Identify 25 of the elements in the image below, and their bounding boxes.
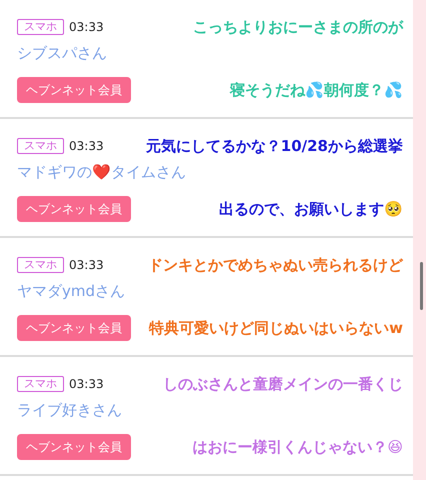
- member-button[interactable]: ヘブンネット会員: [17, 434, 131, 460]
- user-name[interactable]: シブスパさん: [17, 43, 413, 63]
- device-tag: スマホ: [17, 138, 64, 154]
- caption-text: 寝そうだね💦朝何度？💦: [230, 80, 403, 100]
- device-tag: スマホ: [17, 376, 64, 392]
- caption-text: はおにー様引くんじゃない？😆: [192, 437, 403, 457]
- user-name[interactable]: マドギワの❤タイムさん: [17, 162, 413, 182]
- caption-text: 元気にしてるかな？10/28から総選挙: [146, 136, 403, 156]
- caption-text: 特典可愛いけど同じぬいはいらないw: [149, 318, 403, 338]
- scrollbar[interactable]: [420, 262, 423, 310]
- user-name[interactable]: ライブ好きさん: [17, 400, 413, 420]
- post-time: 03:33: [69, 20, 104, 34]
- user-name[interactable]: ヤマダymdさん: [17, 281, 413, 301]
- caption-text: こっちよりおにーさまの所のが: [193, 17, 403, 37]
- post-time: 03:33: [69, 377, 104, 391]
- caption-text: ドンキとかでめちゃぬい売られるけど: [148, 255, 403, 275]
- post-time: 03:33: [69, 258, 104, 272]
- device-tag: スマホ: [17, 257, 64, 273]
- caption-text: 出るので、お願いします🥺: [219, 199, 403, 219]
- member-button[interactable]: ヘブンネット会員: [17, 315, 131, 341]
- member-button[interactable]: ヘブンネット会員: [17, 196, 131, 222]
- member-button[interactable]: ヘブンネット会員: [17, 77, 131, 103]
- device-tag: スマホ: [17, 19, 64, 35]
- caption-text: しのぶさんと童磨メインの一番くじ: [163, 374, 403, 394]
- post-time: 03:33: [69, 139, 104, 153]
